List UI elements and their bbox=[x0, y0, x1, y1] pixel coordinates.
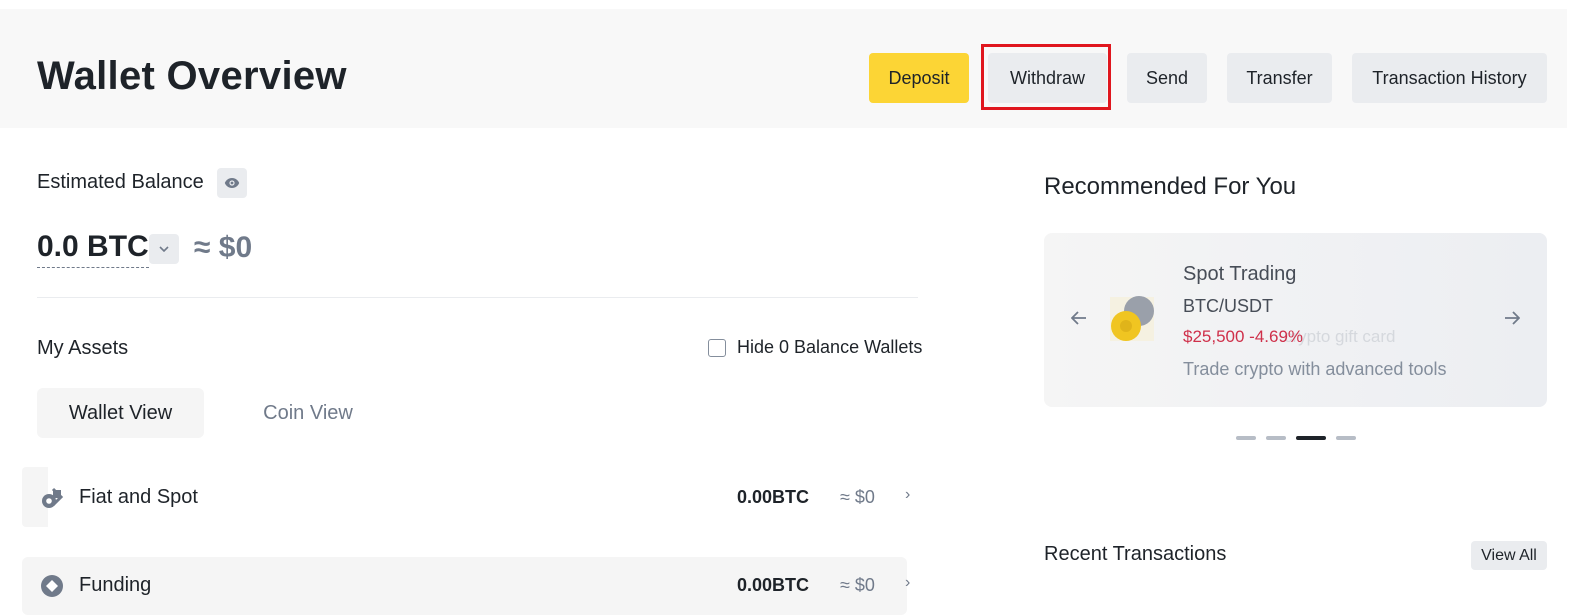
recommendation-card[interactable]: Spot Trading BTC/USDT crypto gift card $… bbox=[1044, 233, 1547, 407]
card-title: Spot Trading bbox=[1183, 263, 1297, 285]
chevron-right-icon: › bbox=[905, 486, 911, 503]
spot-trading-icon bbox=[1108, 293, 1160, 345]
carousel-dot[interactable] bbox=[1236, 436, 1256, 440]
page-title: Wallet Overview bbox=[37, 54, 347, 98]
carousel-dot[interactable] bbox=[1336, 436, 1356, 440]
carousel-dot-active[interactable] bbox=[1296, 436, 1326, 440]
balance-btc-value[interactable]: 0.0 BTC bbox=[37, 229, 149, 268]
chevron-down-icon[interactable] bbox=[149, 234, 179, 264]
eye-icon[interactable] bbox=[217, 168, 247, 198]
divider bbox=[37, 297, 918, 298]
estimated-balance-label: Estimated Balance bbox=[37, 171, 204, 193]
withdraw-highlight-box bbox=[981, 44, 1111, 110]
deposit-button[interactable]: Deposit bbox=[869, 53, 969, 103]
recommended-title: Recommended For You bbox=[1044, 173, 1297, 200]
my-assets-title: My Assets bbox=[37, 337, 129, 359]
card-pair: BTC/USDT bbox=[1183, 296, 1273, 316]
balance-usd-value: ≈ $0 bbox=[194, 231, 253, 264]
carousel-dots bbox=[1236, 436, 1356, 440]
hide-zero-balance-toggle[interactable]: Hide 0 Balance Wallets bbox=[708, 337, 922, 358]
arrow-right-icon[interactable] bbox=[1500, 308, 1524, 332]
row-label: Funding bbox=[79, 574, 152, 596]
row-label: Fiat and Spot bbox=[79, 486, 198, 508]
page-header: Wallet Overview Deposit Withdraw Send Tr… bbox=[0, 9, 1567, 128]
row-usd-value: ≈ $0 bbox=[840, 487, 875, 507]
transaction-history-button[interactable]: Transaction History bbox=[1352, 53, 1547, 103]
view-all-button[interactable]: View All bbox=[1471, 541, 1547, 570]
tab-wallet-view[interactable]: Wallet View bbox=[37, 388, 204, 438]
arrow-left-icon[interactable] bbox=[1067, 308, 1091, 332]
row-btc-value: 0.00BTC bbox=[737, 487, 810, 507]
transfer-button[interactable]: Transfer bbox=[1227, 53, 1332, 103]
fiat-spot-icon bbox=[40, 486, 64, 510]
row-btc-value: 0.00BTC bbox=[737, 575, 810, 595]
card-price: $25,500 -4.69% bbox=[1183, 327, 1304, 346]
carousel-dot[interactable] bbox=[1266, 436, 1286, 440]
hide-zero-checkbox[interactable] bbox=[708, 338, 726, 357]
recent-transactions-title: Recent Transactions bbox=[1044, 543, 1227, 565]
send-button[interactable]: Send bbox=[1127, 53, 1207, 103]
hide-zero-label: Hide 0 Balance Wallets bbox=[737, 337, 923, 357]
card-description: Trade crypto with advanced tools bbox=[1183, 359, 1447, 379]
funding-icon bbox=[40, 574, 64, 598]
wallet-row-funding[interactable]: Funding 0.00BTC ≈ $0 › bbox=[22, 557, 911, 615]
chevron-right-icon: › bbox=[905, 574, 911, 591]
row-usd-value: ≈ $0 bbox=[840, 575, 875, 595]
tab-coin-view[interactable]: Coin View bbox=[230, 388, 386, 438]
wallet-row-fiat-spot[interactable]: Fiat and Spot 0.00BTC ≈ $0 › bbox=[22, 469, 911, 527]
